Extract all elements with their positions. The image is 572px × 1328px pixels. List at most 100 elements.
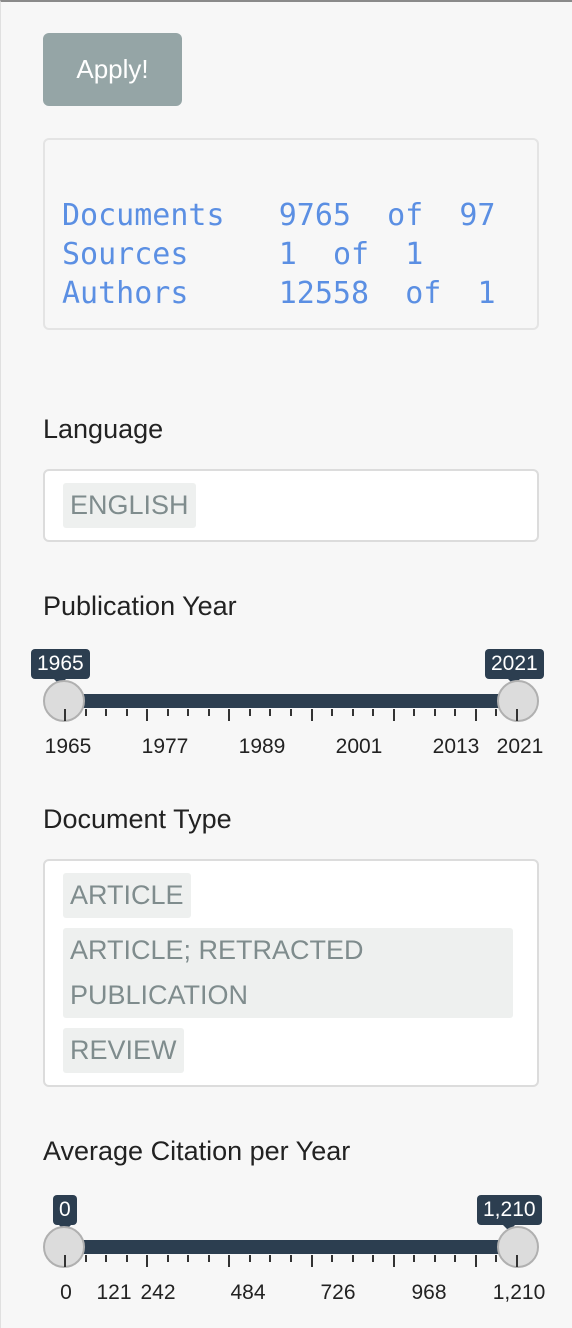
year-max-handle[interactable] [497,680,539,722]
stats-summary-box: Documents 9765 of 97 Sources 1 of 1 Author… [43,138,539,330]
slider-tick [84,1255,87,1262]
stats-row-authors: Authors 12558 of 1 [62,274,496,313]
stats-row-sources: Sources 1 of 1 [62,235,496,274]
slider-tick-label: 968 [411,1281,447,1304]
slider-tick [433,709,436,716]
slider-tick [474,709,477,721]
apply-button[interactable]: Apply! [43,33,182,106]
slider-tick [495,1255,498,1262]
citation-max-handle[interactable] [497,1226,539,1268]
slider-tick [516,709,518,721]
slider-tick [64,1255,66,1267]
slider-tick [187,709,190,716]
slider-tick-label: 121 [96,1281,132,1304]
citation-track[interactable] [65,1240,517,1254]
avg-citation-slider[interactable]: 0 1,210 0 121 242 484 726 968 1,210 [43,1193,546,1308]
doctype-chip-line: PUBLICATION [70,980,249,1010]
avg-citation-label: Average Citation per Year [43,1136,351,1166]
slider-tick [351,709,354,716]
stats-of: of [332,237,370,272]
doctype-chip-review[interactable]: REVIEW [63,1028,184,1073]
slider-tick [454,709,457,716]
slider-tick [228,709,231,721]
publication-year-label: Publication Year [43,591,237,621]
slider-tick [166,1255,169,1262]
slider-tick [105,1255,108,1262]
slider-tick [228,1255,231,1267]
slider-tick [372,1255,375,1262]
slider-tick-label: 2013 [432,735,480,758]
slider-tick [310,709,313,721]
slider-tick [331,709,334,716]
slider-tick [146,709,149,721]
slider-tick [207,709,210,716]
publication-year-slider[interactable]: 1965 2021 1965 1977 1989 2001 2013 2021 [31,647,544,762]
slider-tick [269,1255,272,1262]
stats-value: 1 [278,237,297,272]
language-select[interactable]: ENGLISH [43,469,539,542]
stats-of: of [405,276,442,311]
slider-tick [454,1255,457,1262]
stats-total: 1 [405,237,424,272]
slider-tick-label: 726 [320,1281,356,1304]
doctype-chip-retracted[interactable]: ARTICLE; RETRACTED PUBLICATION [63,928,513,1018]
slider-tick [269,709,272,716]
language-label: Language [43,414,164,444]
slider-tick-label: 0 [60,1281,72,1304]
stats-value: 12558 [278,276,370,311]
slider-tick-label: 1,210 [492,1281,546,1304]
slider-tick [187,1255,190,1262]
document-type-select[interactable]: ARTICLE ARTICLE; RETRACTED PUBLICATION RE… [43,859,539,1087]
slider-tick [392,709,395,721]
slider-tick-label: 1965 [44,735,92,758]
slider-tick [372,709,375,716]
stats-total: 97 [459,198,496,233]
stats-of: of [387,198,424,233]
citation-max-bubble: 1,210 [477,1195,542,1231]
slider-tick-label: 242 [140,1281,176,1304]
slider-tick [166,709,169,716]
slider-tick [310,1255,313,1267]
slider-tick [474,1255,477,1267]
slider-tick [413,709,416,716]
doctype-chip-article[interactable]: ARTICLE [63,873,191,918]
slider-tick [248,709,251,716]
slider-tick [125,1255,128,1262]
slider-tick [516,1255,518,1267]
slider-tick [64,709,66,721]
slider-tick [433,1255,436,1262]
slider-tick [331,1255,334,1262]
stats-label: Sources [62,237,189,272]
slider-tick [125,709,128,716]
stats-text: Documents 9765 of 97 Sources 1 of 1 Author… [62,196,496,313]
stats-label: Authors [62,276,189,311]
stats-row-documents: Documents 9765 of 97 [62,196,496,235]
slider-tick [290,709,292,716]
year-max-bubble: 2021 [485,649,544,685]
doctype-chip-line: ARTICLE; RETRACTED [70,935,364,965]
slider-tick [105,709,108,716]
slider-tick [146,1255,149,1267]
slider-tick [290,1255,292,1262]
year-min-bubble: 1965 [31,649,90,685]
document-type-label: Document Type [43,804,232,834]
slider-tick-label: 1989 [238,735,286,758]
language-chip[interactable]: ENGLISH [63,483,196,528]
citation-min-bubble: 0 [53,1195,77,1231]
slider-tick [248,1255,251,1262]
slider-tick-label: 1977 [141,735,189,758]
slider-tick-label: 2021 [496,735,544,758]
year-track[interactable] [65,694,517,708]
slider-tick [207,1255,210,1262]
sidebar-panel: Apply! Documents 9765 of 97 Sources 1 of … [0,0,572,1328]
slider-tick-label: 484 [230,1281,266,1304]
stats-value: 9765 [278,198,351,233]
slider-tick [413,1255,416,1262]
slider-tick-label: 2001 [335,735,383,758]
slider-tick [351,1255,354,1262]
slider-tick [392,1255,395,1267]
stats-label: Documents [62,198,225,233]
slider-tick [84,709,87,716]
slider-tick [495,709,498,716]
stats-total: 1 [477,276,496,311]
